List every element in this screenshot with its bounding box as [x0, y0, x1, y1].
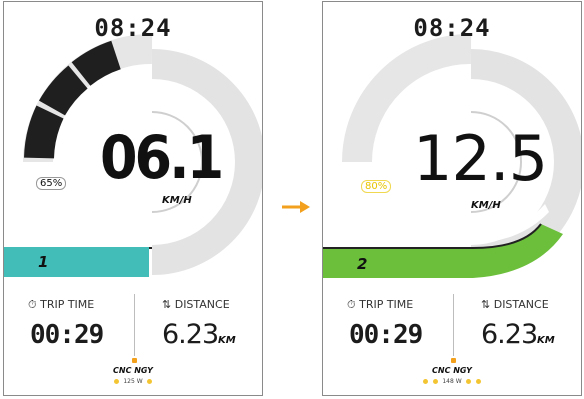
route-icon: ⇅	[481, 298, 491, 311]
stat-divider	[453, 294, 454, 356]
power-dot-icon	[465, 379, 471, 384]
distance-label: ⇅ DISTANCE	[162, 298, 230, 311]
transition-arrow-icon	[282, 201, 310, 213]
stat-divider	[134, 294, 135, 356]
stopwatch-icon: ⏱	[28, 298, 37, 311]
trip-time-value: 00:29	[30, 320, 104, 350]
distance-label-text: DISTANCE	[174, 298, 230, 311]
assist-level-bar	[4, 247, 149, 277]
trip-time-label: ⏱ TRIP TIME	[347, 298, 413, 312]
clock-time: 08:24	[94, 14, 172, 42]
power-value: 125 W	[123, 378, 143, 385]
speed-unit: KM/H	[162, 195, 192, 206]
display-screen-1: 08:24 06.1 KM/H 65% 1 ⏱ TRIP TIME 00:29 …	[3, 1, 263, 396]
trip-time-value: 00:29	[349, 320, 423, 350]
power-dot-icon	[422, 379, 428, 384]
distance-label: ⇅ DISTANCE	[481, 298, 549, 311]
speed-readout: 06.1	[100, 123, 224, 193]
speed-unit: KM/H	[471, 200, 501, 211]
assist-level-number: 2	[357, 255, 368, 273]
brand-logo: CNC NGY	[113, 366, 153, 375]
trip-time-label-text: TRIP TIME	[40, 298, 95, 311]
power-dot-icon	[476, 379, 482, 384]
assist-level-number: 1	[38, 253, 49, 271]
power-readout: 148 W	[323, 378, 581, 385]
assist-percent-badge: 65%	[36, 177, 67, 190]
trip-time-label: ⏱ TRIP TIME	[28, 298, 94, 312]
power-dot-icon	[114, 379, 120, 384]
clock-time: 08:24	[413, 14, 491, 42]
distance-unit: KM	[537, 335, 555, 346]
display-screen-2: 08:24 12.5 KM/H 80% 2 ⏱ TRIP TIME 00:29 …	[322, 1, 582, 396]
distance-value: 6.23	[481, 319, 538, 350]
brand-logo: CNC NGY	[432, 366, 472, 375]
distance-label-text: DISTANCE	[493, 298, 549, 311]
trip-time-label-text: TRIP TIME	[359, 298, 414, 311]
assist-percent-badge: 80%	[361, 180, 392, 193]
route-icon: ⇅	[162, 298, 172, 311]
distance-unit: KM	[218, 335, 236, 346]
brand-flag-icon	[132, 358, 137, 363]
power-value: 148 W	[442, 378, 462, 385]
brand-flag-icon	[451, 358, 456, 363]
distance-value: 6.23	[162, 319, 219, 350]
speed-readout: 12.5	[413, 122, 548, 195]
power-readout: 125 W	[4, 378, 262, 385]
power-dot-icon	[146, 379, 152, 384]
power-dot-icon	[433, 379, 439, 384]
stopwatch-icon: ⏱	[347, 298, 356, 311]
